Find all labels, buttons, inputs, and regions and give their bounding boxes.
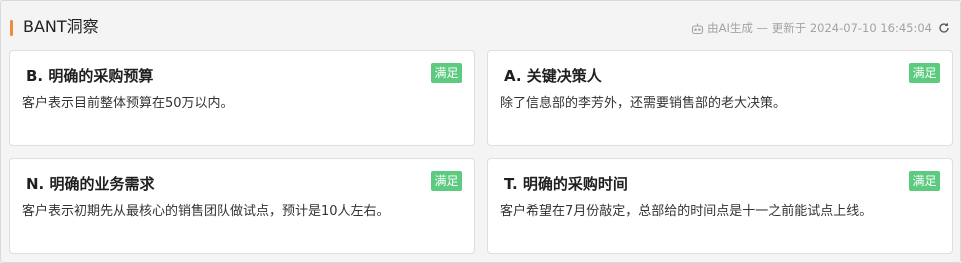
card-description: 客户表示目前整体预算在50万以内。 (22, 96, 234, 111)
bant-card-budget: B. 明确的采购预算 满足 客户表示目前整体预算在50万以内。 (9, 50, 475, 146)
update-meta-text: 由AI生成 — 更新于 2024-07-10 16:45:04 (707, 21, 932, 35)
bant-card-timeline: T. 明确的采购时间 满足 客户希望在7月份敲定，总部给的时间点是十一之前能试点… (487, 158, 953, 254)
refresh-icon[interactable] (938, 22, 950, 34)
bant-card-need: N. 明确的业务需求 满足 客户表示初期先从最核心的销售团队做试点，预计是10人… (9, 158, 475, 254)
card-title: N. 明确的业务需求 (26, 175, 155, 193)
card-title: A. 关键决策人 (504, 67, 602, 85)
card-description: 除了信息部的李芳外，还需要销售部的老大决策。 (500, 96, 787, 111)
bant-card-authority: A. 关键决策人 满足 除了信息部的李芳外，还需要销售部的老大决策。 (487, 50, 953, 146)
panel-title: BANT洞察 (23, 17, 99, 36)
robot-icon (691, 22, 704, 35)
status-badge: 满足 (909, 171, 940, 191)
card-title: B. 明确的采购预算 (26, 67, 154, 85)
update-meta: 由AI生成 — 更新于 2024-07-10 16:45:04 (691, 20, 950, 36)
title-accent-bar (10, 20, 13, 36)
card-description: 客户表示初期先从最核心的销售团队做试点，预计是10人左右。 (22, 204, 390, 219)
panel-header: BANT洞察 由AI生成 — 更新于 2024-07-10 16:45:04 (1, 1, 960, 51)
card-title: T. 明确的采购时间 (504, 175, 628, 193)
card-description: 客户希望在7月份敲定，总部给的时间点是十一之前能试点上线。 (500, 204, 873, 219)
status-badge: 满足 (431, 63, 462, 83)
status-badge: 满足 (909, 63, 940, 83)
status-badge: 满足 (431, 171, 462, 191)
bant-insight-panel: BANT洞察 由AI生成 — 更新于 2024-07-10 16:45:04 B… (0, 0, 961, 263)
